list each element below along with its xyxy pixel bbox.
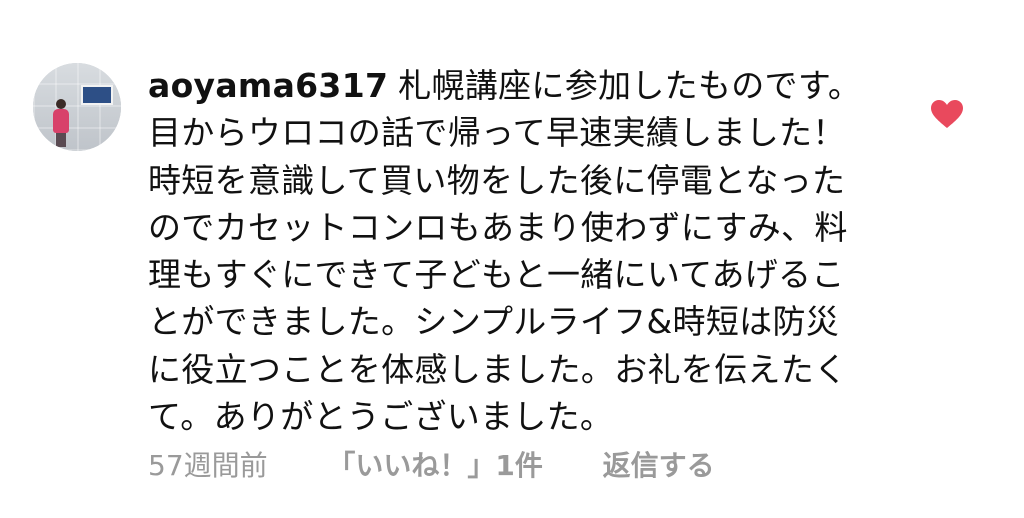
reply-button[interactable]: 返信する xyxy=(603,444,715,484)
avatar-person-head xyxy=(56,99,66,109)
comment-time: 57週間前 xyxy=(148,449,268,482)
heart-icon[interactable] xyxy=(930,99,964,129)
comment-text: 札幌講座に参加したものです。目からウロコの話で帰って早速実績しました！時短を意識… xyxy=(148,66,862,437)
avatar[interactable] xyxy=(33,63,121,151)
avatar-person-body xyxy=(53,109,69,133)
avatar-sign xyxy=(81,85,113,105)
heart-icon-shape xyxy=(931,100,963,128)
comment-likes[interactable]: 「いいね！」1件 xyxy=(327,444,542,484)
comment-body: aoyama6317 札幌講座に参加したものです。目からウロコの話で帰って早速実績… xyxy=(148,62,868,440)
comment-item: aoyama6317 札幌講座に参加したものです。目からウロコの話で帰って早速実績… xyxy=(0,0,1024,518)
avatar-person-legs xyxy=(56,133,66,147)
avatar-background xyxy=(33,63,121,151)
comment-username[interactable]: aoyama6317 xyxy=(148,66,388,105)
comment-meta: 57週間前 「いいね！」1件 返信する xyxy=(148,444,715,484)
